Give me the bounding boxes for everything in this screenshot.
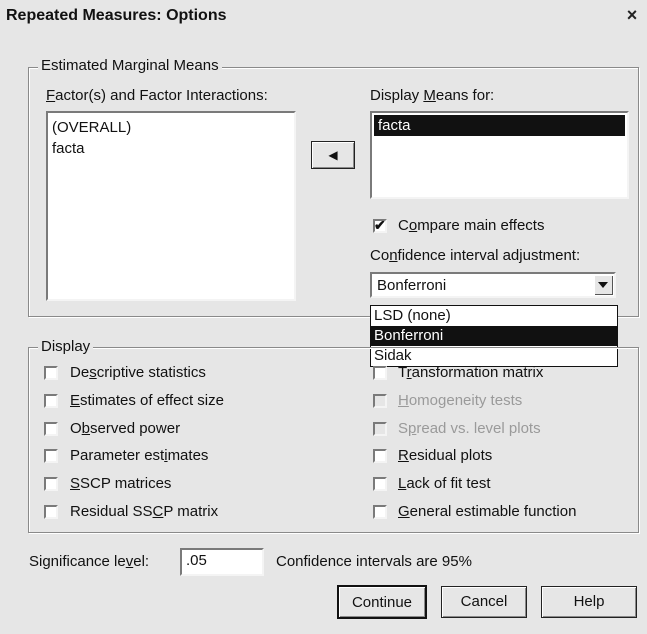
lack-of-fit-checkbox[interactable] xyxy=(373,477,387,491)
chevron-down-icon xyxy=(598,282,608,288)
label-pre: Residual SS xyxy=(70,503,153,520)
factors-label-accel: F xyxy=(46,87,56,104)
compare-label-accel: o xyxy=(408,217,418,234)
move-to-display-button[interactable]: ◀ xyxy=(311,141,355,169)
ci-adj-label-post: fidence interval adjustment: xyxy=(397,247,581,264)
label-post: stimates of effect size xyxy=(80,392,224,409)
label-pre: Parameter est xyxy=(70,447,165,464)
general-estimable-function-checkbox[interactable] xyxy=(373,505,387,519)
label-accel: H xyxy=(398,392,409,409)
display-means-label-pre: Display xyxy=(370,87,424,104)
lack-of-fit-label: Lack of fit test xyxy=(398,475,491,492)
factors-label: Factor(s) and Factor Interactions: xyxy=(46,87,268,104)
significance-level-input[interactable]: .05 xyxy=(180,548,264,576)
label-post: read vs. level plots xyxy=(416,420,541,437)
label-pre: S xyxy=(398,420,409,437)
factors-list-item[interactable]: facta xyxy=(48,138,294,159)
label-post: P matrix xyxy=(163,503,219,520)
confidence-interval-text: Confidence intervals are 95% xyxy=(276,553,472,570)
significance-level-value: .05 xyxy=(186,552,207,569)
transformation-matrix-label: Transformation matrix xyxy=(398,364,543,381)
arrow-left-icon: ◀ xyxy=(328,148,338,162)
label-post: esidual plots xyxy=(408,447,493,464)
label-accel: S xyxy=(70,475,81,492)
window-title: Repeated Measures: Options xyxy=(6,7,227,24)
display-means-label-post: eans for: xyxy=(435,87,495,104)
label-pre: T xyxy=(398,364,407,381)
parameter-estimates-label: Parameter estimates xyxy=(70,447,208,464)
homogeneity-tests-checkbox xyxy=(373,394,387,408)
compare-main-effects-checkbox[interactable]: ✔ xyxy=(373,217,387,233)
observed-power-checkbox[interactable] xyxy=(44,422,58,436)
display-means-label-accel: M xyxy=(423,87,436,104)
label-accel: b xyxy=(81,420,91,437)
help-button[interactable]: Help xyxy=(541,586,637,618)
residual-plots-checkbox[interactable] xyxy=(373,449,387,463)
continue-button[interactable]: Continue xyxy=(337,585,427,619)
display-means-label: Display Means for: xyxy=(370,87,494,104)
factors-list-item[interactable]: (OVERALL) xyxy=(48,117,294,138)
display-means-listbox[interactable]: facta xyxy=(370,111,629,199)
descriptive-statistics-label: Descriptive statistics xyxy=(70,364,206,381)
close-icon[interactable]: × xyxy=(623,6,641,24)
residual-plots-label: Residual plots xyxy=(398,447,492,464)
label-accel: E xyxy=(70,392,81,409)
help-button-label: Help xyxy=(573,593,605,610)
option-bonferroni[interactable]: Bonferroni xyxy=(371,326,617,346)
emm-group-title: Estimated Marginal Means xyxy=(38,57,222,74)
transformation-matrix-checkbox[interactable] xyxy=(373,366,387,380)
significance-level-label: Significance level: xyxy=(29,553,149,570)
label-post: served power xyxy=(90,420,181,437)
dropdown-button[interactable] xyxy=(594,275,613,295)
label-post: ansformation matrix xyxy=(411,364,544,381)
residual-sscp-label: Residual SSCP matrix xyxy=(70,503,218,520)
spread-level-plots-checkbox xyxy=(373,422,387,436)
homogeneity-tests-label: Homogeneity tests xyxy=(398,392,522,409)
ci-adjustment-value: Bonferroni xyxy=(377,277,447,294)
ci-adj-label-accel: n xyxy=(389,247,398,264)
options-dialog: Repeated Measures: Options × Estimated M… xyxy=(0,0,647,634)
sig-label-pre: Significance le xyxy=(29,553,126,570)
sscp-matrices-checkbox[interactable] xyxy=(44,477,58,491)
ci-adjustment-select[interactable]: Bonferroni xyxy=(370,272,616,298)
cancel-button[interactable]: Cancel xyxy=(441,586,527,618)
factors-listbox[interactable]: (OVERALL) facta xyxy=(46,111,296,301)
ci-adjustment-label: Confidence interval adjustment: xyxy=(370,247,580,264)
label-accel: C xyxy=(152,503,164,520)
label-accel: s xyxy=(89,364,97,381)
option-lsd[interactable]: LSD (none) xyxy=(371,306,617,326)
label-accel: G xyxy=(398,503,410,520)
continue-button-label: Continue xyxy=(351,594,413,611)
label-post: criptive statistics xyxy=(96,364,206,381)
compare-label-pre: C xyxy=(398,217,409,234)
label-post: ack of fit test xyxy=(406,475,491,492)
label-pre: De xyxy=(70,364,90,381)
observed-power-label: Observed power xyxy=(70,420,180,437)
label-pre: O xyxy=(70,420,82,437)
general-estimable-function-label: General estimable function xyxy=(398,503,576,520)
compare-main-effects-label: Compare main effects xyxy=(398,217,544,234)
cancel-button-label: Cancel xyxy=(460,593,508,610)
residual-sscp-checkbox[interactable] xyxy=(44,505,58,519)
check-icon: ✔ xyxy=(374,217,386,233)
spread-level-plots-label: Spread vs. level plots xyxy=(398,420,541,437)
label-post: mates xyxy=(167,447,209,464)
display-group-title: Display xyxy=(38,338,94,355)
title-bar: Repeated Measures: Options × xyxy=(0,0,647,32)
label-post: omogeneity tests xyxy=(408,392,523,409)
effect-size-checkbox[interactable] xyxy=(44,394,58,408)
compare-label-post: mpare main effects xyxy=(417,217,545,234)
descriptive-statistics-checkbox[interactable] xyxy=(44,366,58,380)
label-accel: R xyxy=(398,447,409,464)
parameter-estimates-checkbox[interactable] xyxy=(44,449,58,463)
factors-label-post: actor(s) and Factor Interactions: xyxy=(55,87,268,104)
label-post: SCP matrices xyxy=(80,475,172,492)
display-means-list-item[interactable]: facta xyxy=(374,115,625,136)
sig-label-post: el: xyxy=(133,553,150,570)
ci-adj-label-pre: Co xyxy=(370,247,390,264)
effect-size-label: Estimates of effect size xyxy=(70,392,224,409)
sscp-matrices-label: SSCP matrices xyxy=(70,475,171,492)
label-post: eneral estimable function xyxy=(409,503,577,520)
